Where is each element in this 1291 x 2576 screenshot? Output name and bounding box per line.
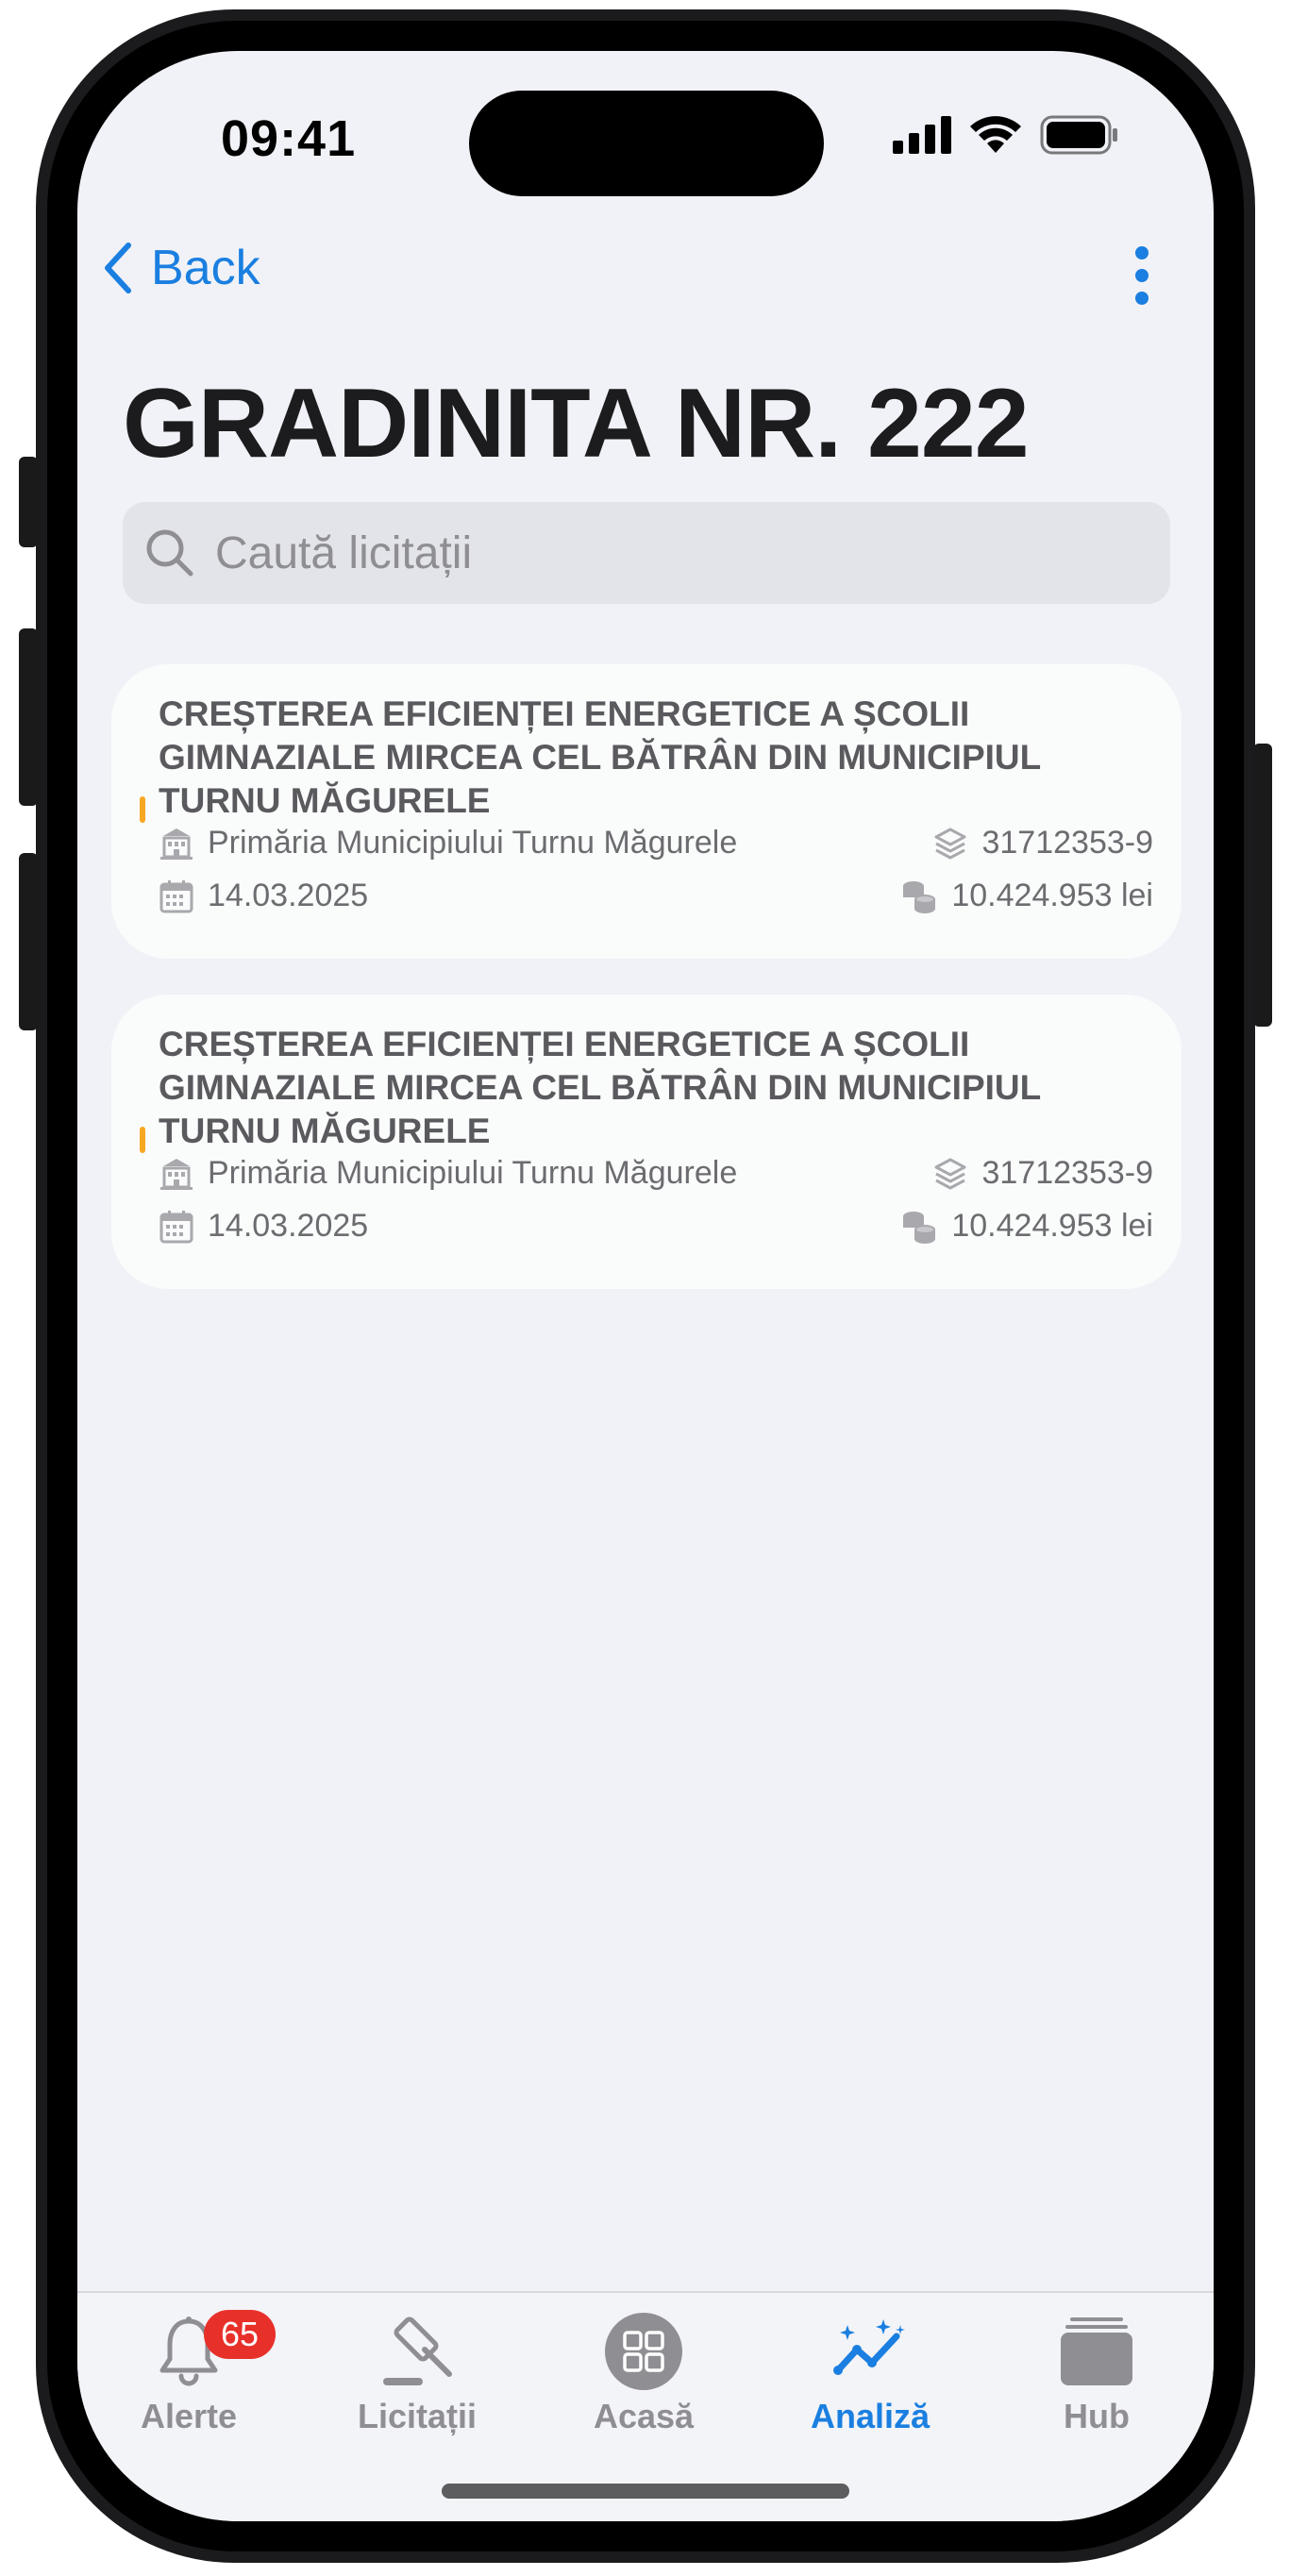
chevron-left-icon xyxy=(105,243,131,293)
tab-label: Hub xyxy=(1064,2397,1130,2435)
tender-card[interactable]: CREȘTEREA EFICIENȚEI ENERGETICE A ȘCOLII… xyxy=(111,664,1182,959)
tab-bar: 65 Alerte Licitații Acasă Analiză Hub xyxy=(77,2291,1214,2521)
power-button xyxy=(1253,744,1272,1027)
calendar-icon xyxy=(159,1210,193,1243)
page-title: GRADINITA NR. 222 xyxy=(123,369,1030,478)
tab-alerte[interactable]: 65 Alerte xyxy=(94,2306,283,2436)
more-vertical-icon xyxy=(1135,246,1148,305)
status-time: 09:41 xyxy=(221,110,357,167)
tender-authority: Primăria Municipiului Turnu Măgurele xyxy=(159,1155,737,1192)
layers-icon xyxy=(934,828,966,859)
tender-status-accent xyxy=(140,1127,145,1153)
tender-meta-row: Primăria Municipiului Turnu Măgurele 317… xyxy=(159,825,1153,861)
tab-label: Acasă xyxy=(593,2397,695,2435)
tender-meta-row: 14.03.2025 10.424.953 lei xyxy=(159,1208,1153,1245)
tender-code: 31712353-9 xyxy=(932,1155,1153,1192)
calendar-icon xyxy=(159,879,193,912)
tender-value-text: 10.424.953 lei xyxy=(951,1208,1153,1244)
tender-code: 31712353-9 xyxy=(932,825,1153,861)
volume-down-button xyxy=(19,853,38,1030)
dynamic-island xyxy=(469,91,824,196)
action-button xyxy=(19,457,38,547)
building-icon xyxy=(160,828,193,860)
more-options-button[interactable] xyxy=(1132,245,1151,310)
gavel-icon xyxy=(383,2317,452,2385)
tender-date-text: 14.03.2025 xyxy=(208,878,369,913)
tender-value: 10.424.953 lei xyxy=(900,878,1153,914)
coins-icon xyxy=(903,880,936,913)
search-icon xyxy=(146,529,193,577)
screen: 09:41 Back GRADINITA NR. 222 Caută licit… xyxy=(77,51,1214,2521)
tab-icon-wrap: 65 xyxy=(155,2306,276,2397)
building-icon xyxy=(160,1158,193,1190)
cellular-signal-icon xyxy=(893,116,951,154)
status-icons xyxy=(893,115,1119,155)
tender-authority-text: Primăria Municipiului Turnu Măgurele xyxy=(208,825,738,861)
coins-icon xyxy=(903,1211,936,1244)
tab-label: Alerte xyxy=(140,2397,238,2435)
tender-authority-text: Primăria Municipiului Turnu Măgurele xyxy=(208,1155,738,1191)
tender-meta-row: 14.03.2025 10.424.953 lei xyxy=(159,878,1153,914)
grid-icon xyxy=(605,2313,682,2390)
tender-date: 14.03.2025 xyxy=(159,878,368,914)
tender-value-text: 10.424.953 lei xyxy=(951,878,1153,913)
back-label: Back xyxy=(151,241,260,295)
analytics-icon xyxy=(833,2319,905,2375)
tender-card[interactable]: CREȘTEREA EFICIENȚEI ENERGETICE A ȘCOLII… xyxy=(111,995,1182,1289)
tab-icon-wrap xyxy=(830,2306,910,2397)
tab-label: Licitații xyxy=(357,2397,478,2435)
tender-date-text: 14.03.2025 xyxy=(208,1208,369,1244)
home-indicator[interactable] xyxy=(442,2484,849,2499)
folder-icon xyxy=(1061,2317,1132,2385)
tender-authority: Primăria Municipiului Turnu Măgurele xyxy=(159,825,737,861)
tender-date: 14.03.2025 xyxy=(159,1208,368,1245)
tender-code-text: 31712353-9 xyxy=(981,1155,1153,1191)
tender-title: CREȘTEREA EFICIENȚEI ENERGETICE A ȘCOLII… xyxy=(159,694,1041,820)
tab-icon-wrap xyxy=(1057,2306,1136,2397)
tab-licitatii[interactable]: Licitații xyxy=(323,2306,511,2436)
tab-icon-wrap xyxy=(604,2306,683,2397)
tender-status-accent xyxy=(140,796,145,823)
tender-code-text: 31712353-9 xyxy=(981,825,1153,861)
tab-hub[interactable]: Hub xyxy=(1002,2306,1191,2436)
wifi-icon xyxy=(970,116,1021,153)
layers-icon xyxy=(934,1158,966,1189)
search-bar[interactable] xyxy=(123,502,1170,604)
tender-meta-row: Primăria Municipiului Turnu Măgurele 317… xyxy=(159,1155,1153,1192)
back-button[interactable]: Back xyxy=(102,240,260,296)
alert-count-badge: 65 xyxy=(204,2310,276,2359)
tab-analiza[interactable]: Analiză xyxy=(776,2306,964,2436)
tender-value: 10.424.953 lei xyxy=(900,1208,1153,1245)
tender-title: CREȘTEREA EFICIENȚEI ENERGETICE A ȘCOLII… xyxy=(159,1025,1041,1150)
tab-label: Analiză xyxy=(810,2397,931,2435)
search-input[interactable] xyxy=(215,527,1121,579)
volume-up-button xyxy=(19,628,38,806)
battery-icon xyxy=(1040,115,1117,155)
tab-acasa[interactable]: Acasă xyxy=(549,2306,738,2436)
tab-icon-wrap xyxy=(377,2306,457,2397)
